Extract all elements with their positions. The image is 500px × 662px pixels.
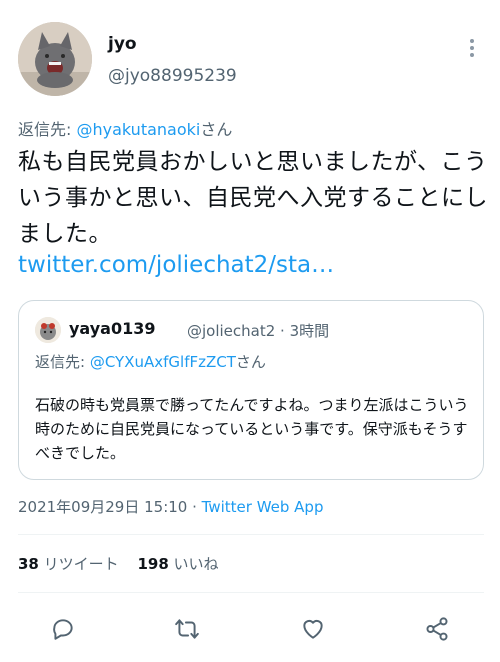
replying-to-handle-link[interactable]: @hyakutanaoki <box>76 120 200 139</box>
quoted-replying-suffix: さん <box>235 353 266 371</box>
timestamp-separator: · <box>187 498 202 516</box>
like-button[interactable] <box>296 612 330 646</box>
quoted-replying-prefix: 返信先: <box>35 353 90 371</box>
quoted-author-name: yaya0139 <box>69 319 156 338</box>
quoted-avatar-image <box>35 317 61 343</box>
more-options-button[interactable] <box>458 34 486 62</box>
tweet-detail: jyo @jyo88995239 返信先: @hyakutanaokiさん 私も… <box>0 0 500 662</box>
retweet-icon <box>175 619 199 639</box>
timestamp-text[interactable]: 2021年09月29日 15:10 <box>18 498 187 516</box>
tweet-timestamp: 2021年09月29日 15:10 · Twitter Web App <box>18 496 323 517</box>
quoted-tweet-text: 石破の時も党員票で勝ってたんですよね。つまり左派はこういう時のために自民党員にな… <box>35 396 469 462</box>
quoted-replying-to: 返信先: @CYXuAxfGlfFzZCTさん <box>35 351 266 372</box>
reply-icon <box>53 619 73 640</box>
tweet-source-link[interactable]: Twitter Web App <box>202 498 324 516</box>
replying-to-suffix: さん <box>200 120 233 139</box>
replying-to-prefix: 返信先: <box>18 120 77 139</box>
heart-icon <box>303 619 323 639</box>
author-display-name[interactable]: jyo <box>108 34 137 54</box>
engagement-stats: 38 リツイート 198 いいね <box>18 553 233 574</box>
author-avatar[interactable] <box>18 22 92 96</box>
share-icon <box>426 617 448 641</box>
quoted-tweet-card[interactable]: yaya0139 @joliechat2 · 3時間 返信先: @CYXuAxf… <box>18 300 484 480</box>
divider-top <box>18 534 484 535</box>
quoted-author-meta: @joliechat2 · 3時間 <box>187 322 330 340</box>
share-button[interactable] <box>420 612 454 646</box>
retweets-count[interactable]: 38 <box>18 555 39 573</box>
author-handle[interactable]: @jyo88995239 <box>108 66 237 86</box>
likes-count[interactable]: 198 <box>137 555 168 573</box>
tweet-link[interactable]: twitter.com/joliechat2/sta… <box>18 252 334 278</box>
quoted-replying-handle[interactable]: @CYXuAxfGlfFzZCT <box>90 353 236 371</box>
retweet-button[interactable] <box>170 612 204 646</box>
replying-to: 返信先: @hyakutanaokiさん <box>18 116 232 140</box>
retweets-label[interactable]: リツイート <box>44 555 119 573</box>
more-vertical-icon <box>470 39 474 57</box>
tweet-text: 私も自民党員おかしいと思いましたが、こういう事かと思い、自民党へ入党することにし… <box>18 149 488 247</box>
cat-avatar-image <box>18 22 92 96</box>
quoted-author-avatar <box>35 317 61 343</box>
divider-bottom <box>18 592 484 593</box>
likes-label[interactable]: いいね <box>174 555 219 573</box>
reply-button[interactable] <box>46 612 80 646</box>
